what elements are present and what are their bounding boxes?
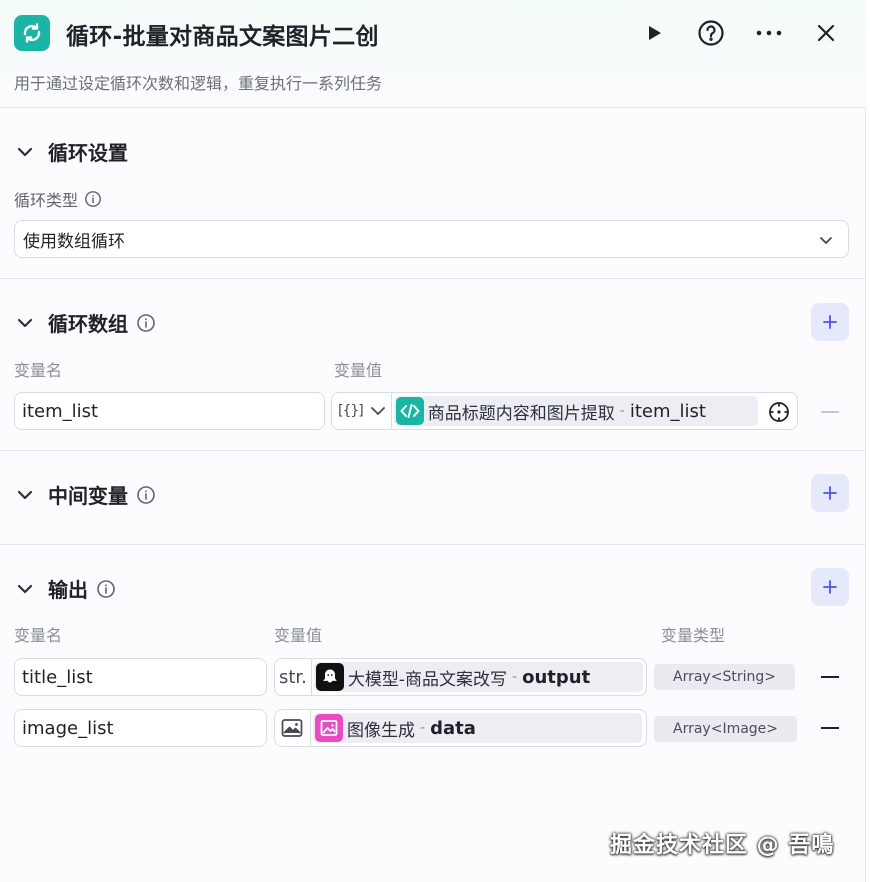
loop-node-panel: 循环-批量对商品文案图片二创 用于通过设定循环次数和逻辑，重复执行一系列任务 循… xyxy=(0,0,866,882)
column-header-value: 变量值 xyxy=(334,361,383,380)
section-output[interactable]: 输出 xyxy=(16,574,116,603)
reference-chip[interactable]: 图像生成 - data xyxy=(313,713,642,743)
info-icon[interactable] xyxy=(96,579,116,599)
panel-header: 循环-批量对商品文案图片二创 用于通过设定循环次数和逻辑，重复执行一系列任务 xyxy=(0,0,866,108)
variable-value-reference[interactable]: str. 大模型-商品文案改写 - output xyxy=(274,658,647,696)
add-output-button[interactable] xyxy=(811,568,849,606)
reference-chip[interactable]: 大模型-商品文案改写 - output xyxy=(313,662,643,692)
section-title: 中间变量 xyxy=(48,484,128,508)
divider xyxy=(0,450,866,451)
reference-node-name: 大模型-商品文案改写 xyxy=(347,669,508,690)
column-header-name: 变量名 xyxy=(14,626,63,645)
column-header-type: 变量类型 xyxy=(661,626,726,645)
remove-row-button[interactable] xyxy=(821,676,839,678)
variable-type-tag: Array<String> xyxy=(654,664,795,690)
column-header-name: 变量名 xyxy=(14,361,63,380)
input-value: item_list xyxy=(22,400,99,422)
variable-name-input[interactable]: title_list xyxy=(14,658,267,696)
variable-value-reference[interactable]: [{}] 商品标题内容和图片提取 - item_list xyxy=(331,392,798,430)
reference-node-name: 图像生成 xyxy=(347,720,415,741)
type-selector[interactable]: [{}] xyxy=(332,393,392,429)
section-middle-variables[interactable]: 中间变量 xyxy=(16,480,156,509)
input-value: image_list xyxy=(22,717,114,739)
run-button[interactable] xyxy=(639,18,669,48)
help-icon[interactable] xyxy=(696,18,726,48)
plus-icon xyxy=(823,486,837,500)
loop-type-select[interactable]: 使用数组循环 xyxy=(14,220,849,258)
plus-icon xyxy=(823,580,837,594)
string-type-icon[interactable]: str. xyxy=(275,659,312,695)
section-loop-settings[interactable]: 循环设置 xyxy=(16,137,128,166)
variable-type-tag: Array<Image> xyxy=(654,716,798,742)
column-header-value: 变量值 xyxy=(274,626,323,645)
node-title[interactable]: 循环-批量对商品文案图片二创 xyxy=(66,17,379,51)
info-icon[interactable] xyxy=(136,313,156,333)
chevron-down-icon[interactable] xyxy=(16,580,34,598)
section-title: 输出 xyxy=(48,578,88,602)
close-icon[interactable] xyxy=(811,18,841,48)
reference-separator: - xyxy=(512,669,518,685)
code-icon xyxy=(395,397,424,425)
select-value: 使用数组循环 xyxy=(23,231,125,252)
variable-value-reference[interactable]: 图像生成 - data xyxy=(274,709,647,747)
divider xyxy=(0,278,866,279)
chevron-down-icon xyxy=(370,407,385,415)
add-middle-variable-button[interactable] xyxy=(811,474,849,512)
chevron-down-icon[interactable] xyxy=(16,143,34,161)
plus-icon xyxy=(823,315,837,329)
loop-type-label: 循环类型 xyxy=(14,187,102,211)
info-icon[interactable] xyxy=(84,190,102,208)
reference-separator: - xyxy=(420,720,426,736)
section-loop-array[interactable]: 循环数组 xyxy=(16,308,156,337)
section-title: 循环数组 xyxy=(48,312,128,336)
node-description: 用于通过设定循环次数和逻辑，重复执行一系列任务 xyxy=(14,74,383,93)
remove-row-button[interactable] xyxy=(821,727,839,729)
label-text: 循环类型 xyxy=(14,191,79,210)
reference-separator: - xyxy=(619,403,625,419)
reference-node-name: 商品标题内容和图片提取 xyxy=(427,403,615,424)
chevron-down-icon[interactable] xyxy=(16,486,34,504)
reference-variable-name: item_list xyxy=(629,400,706,422)
chevron-down-icon[interactable] xyxy=(16,314,34,332)
info-icon[interactable] xyxy=(136,485,156,505)
watermark: 掘金技术社区 @ 吾鳴 xyxy=(610,833,835,858)
reference-chip[interactable]: 商品标题内容和图片提取 - item_list xyxy=(393,396,758,426)
more-icon[interactable] xyxy=(754,18,784,48)
input-value: title_list xyxy=(22,666,93,688)
reference-variable-name: output xyxy=(522,666,591,688)
variable-name-input[interactable]: image_list xyxy=(14,709,267,747)
reference-variable-name: data xyxy=(430,717,476,739)
image-type-icon[interactable] xyxy=(275,710,311,746)
type-symbol: str. xyxy=(279,666,307,688)
llm-icon xyxy=(315,663,344,691)
divider xyxy=(0,544,866,545)
add-loop-array-button[interactable] xyxy=(811,303,849,341)
image-generation-icon xyxy=(315,714,343,742)
loop-icon xyxy=(14,15,50,51)
chevron-down-icon xyxy=(818,232,834,248)
section-title: 循环设置 xyxy=(48,141,128,165)
array-object-type-icon: [{}] xyxy=(338,403,364,419)
remove-row-button[interactable] xyxy=(821,411,839,413)
variable-name-input[interactable]: item_list xyxy=(14,392,325,430)
variable-picker-icon[interactable] xyxy=(768,401,790,427)
